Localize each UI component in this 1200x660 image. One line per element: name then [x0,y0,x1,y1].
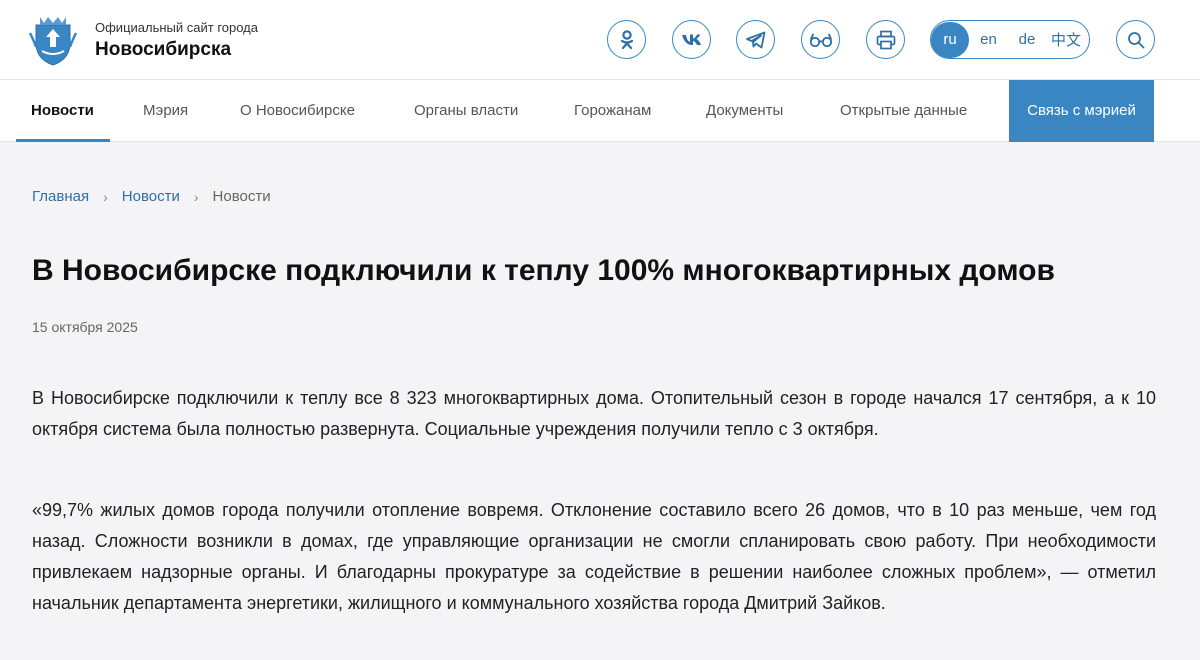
nav-item-documents[interactable]: Документы [706,80,783,142]
main-nav: Новости Мэрия О Новосибирске Органы влас… [0,80,1200,142]
accessibility-glasses-icon[interactable] [801,20,840,59]
breadcrumb-current: Новости [212,188,271,205]
city-logo-icon[interactable] [28,13,78,67]
lang-de[interactable]: de [1008,22,1046,58]
lang-zh[interactable]: 中文 [1046,22,1086,58]
breadcrumb: Главная › Новости › Новости [32,188,271,205]
nav-item-open-data[interactable]: Открытые данные [840,80,967,142]
page-title: В Новосибирске подключили к теплу 100% м… [32,254,1055,287]
lang-ru[interactable]: ru [931,21,969,58]
nav-item-citizens[interactable]: Горожанам [574,80,651,142]
site-header: Официальный сайт города Новосибирска ru … [0,0,1200,80]
chevron-right-icon: › [193,188,199,205]
chevron-right-icon: › [103,188,108,205]
telegram-icon[interactable] [736,20,775,59]
nav-item-about-city[interactable]: О Новосибирске [240,80,355,142]
nav-item-mayoralty[interactable]: Мэрия [143,80,188,142]
site-subtitle: Официальный сайт города [95,20,258,35]
breadcrumb-news[interactable]: Новости [122,188,180,205]
article-paragraph: В Новосибирске подключили к теплу все 8 … [32,388,1156,439]
lang-en[interactable]: en [969,22,1008,58]
nav-item-news[interactable]: Новости [31,80,94,142]
article-paragraph: «99,7% жилых домов города получили отопл… [32,500,1156,613]
nav-active-indicator [16,139,110,142]
vk-icon[interactable] [672,20,711,59]
nav-item-authorities[interactable]: Органы власти [414,80,518,142]
contact-mayoralty-button[interactable]: Связь с мэрией [1009,80,1154,142]
site-title[interactable]: Новосибирска [95,39,231,61]
article-date: 15 октября 2025 [32,319,138,335]
language-switcher: ru en de 中文 [930,20,1090,59]
breadcrumb-home[interactable]: Главная [32,188,89,205]
odnoklassniki-icon[interactable] [607,20,646,59]
print-icon[interactable] [866,20,905,59]
search-icon[interactable] [1116,20,1155,59]
